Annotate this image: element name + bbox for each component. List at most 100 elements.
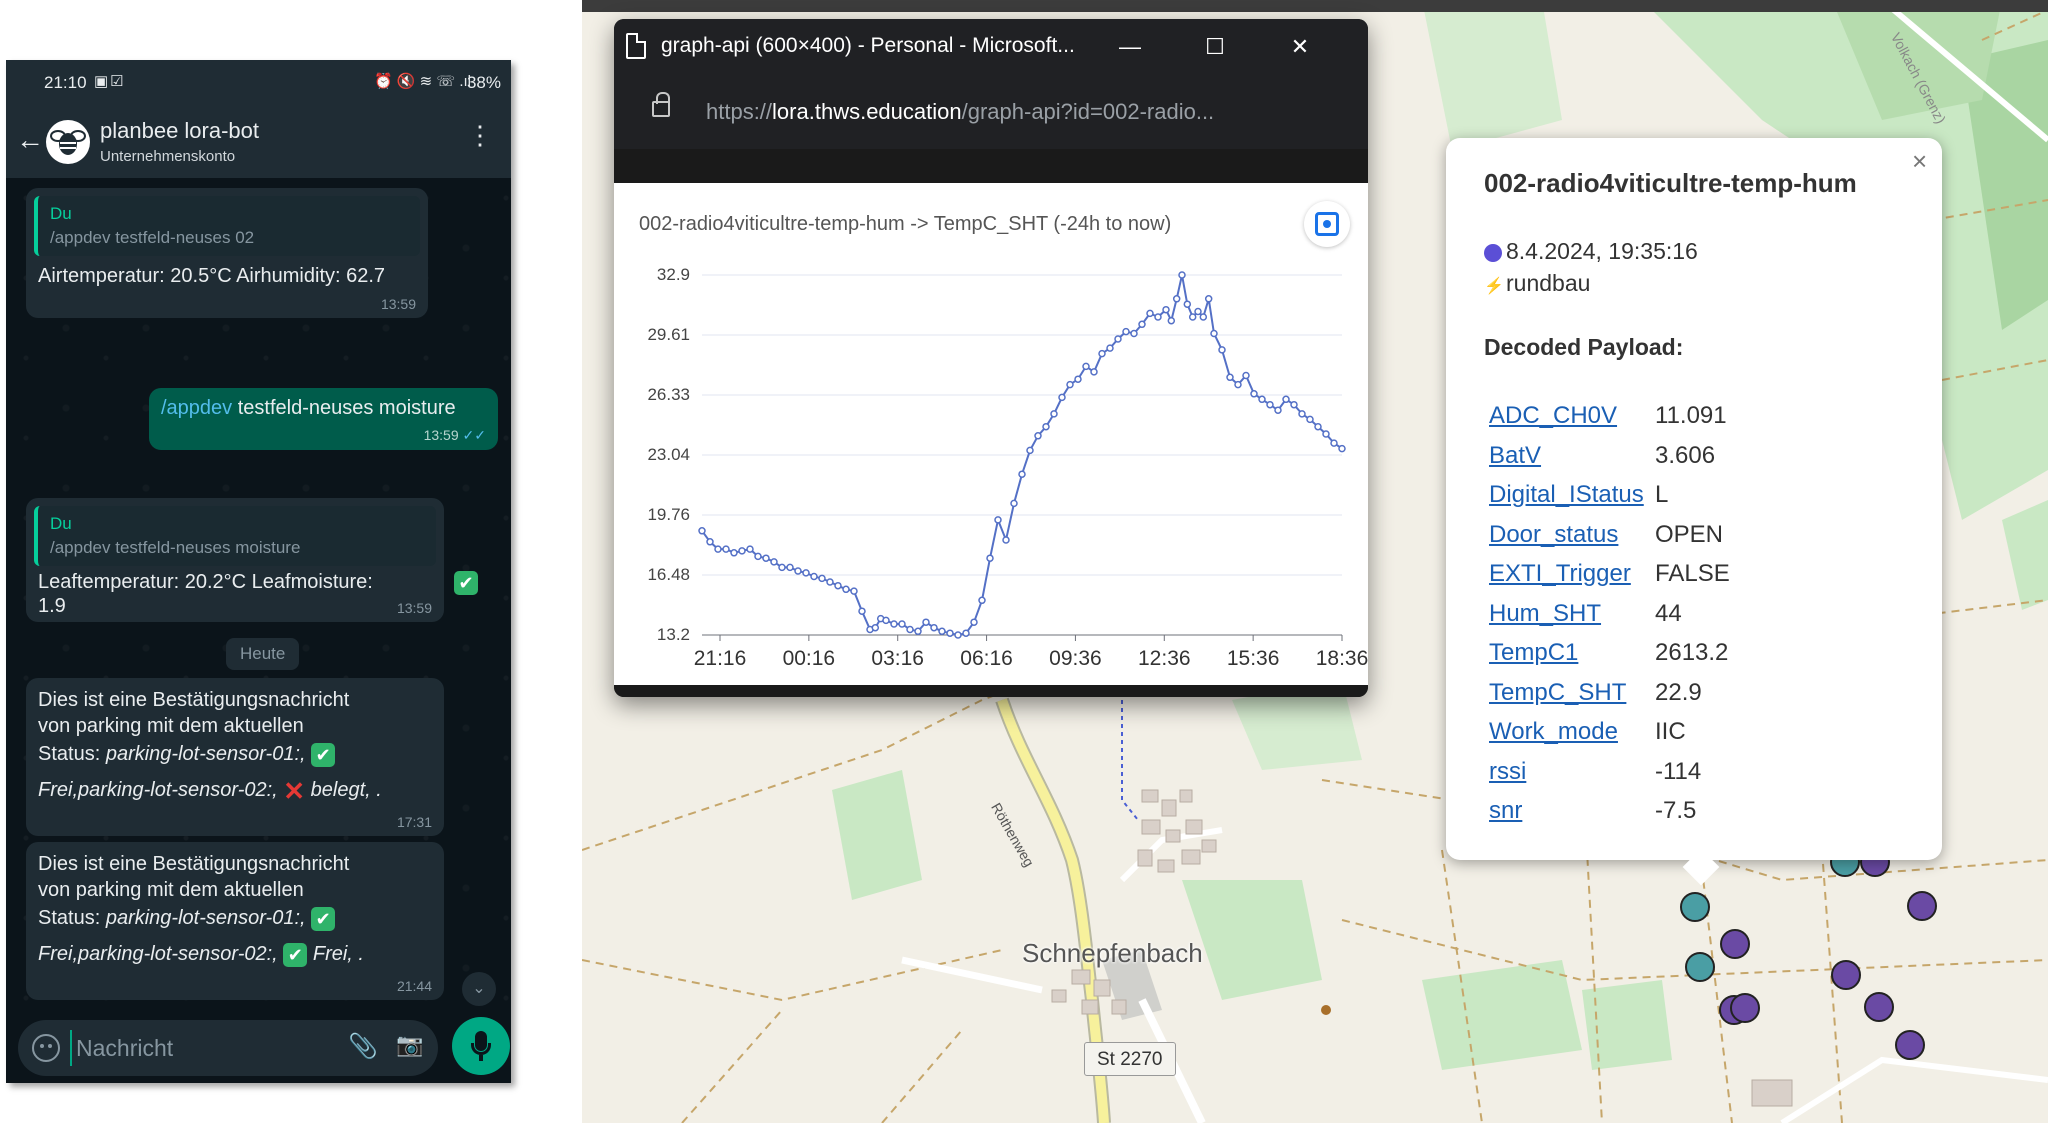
payload-key-link[interactable]: Digital_IStatus — [1489, 481, 1644, 509]
status-bar: 21:10 ▣☑ ⏰ 🔇 ≋ ☏ .ıl 38% — [6, 60, 511, 106]
address-bar[interactable]: https://lora.thws.education/graph-api?id… — [614, 75, 1368, 149]
window-titlebar[interactable]: graph-api (600×400) - Personal - Microso… — [614, 19, 1368, 75]
data-point — [754, 552, 762, 561]
phone-screen: 21:10 ▣☑ ⏰ 🔇 ≋ ☏ .ıl 38% ← planbee lora-… — [6, 60, 511, 1083]
sensor1-text: parking-lot-sensor-01:, — [105, 743, 306, 765]
clock-icon — [1484, 243, 1502, 262]
data-point — [834, 581, 842, 590]
map-place-label: Schnepfenbach — [1022, 938, 1203, 968]
message-incoming[interactable]: Du /appdev testfeld-neuses 02 Airtempera… — [26, 188, 428, 318]
message-line1: Dies ist eine Bestätigungsnachricht — [38, 853, 350, 875]
x-tick-label: 15:36 — [1227, 647, 1280, 670]
command-args: testfeld-neuses moisture — [237, 397, 456, 419]
data-point — [706, 538, 714, 546]
payload-value: FALSE — [1655, 560, 1730, 587]
message-input-bar: 📎 📷 — [18, 1020, 438, 1076]
message-incoming[interactable]: Dies ist eine Bestätigungsnachricht von … — [26, 678, 444, 836]
message-outgoing[interactable]: /appdev testfeld-neuses moisture 13:59 ✓… — [149, 388, 498, 450]
data-point — [1114, 335, 1122, 343]
page-footer-strip — [614, 685, 1368, 697]
status-label: Status: — [38, 907, 101, 929]
data-point — [1042, 422, 1050, 431]
more-options-icon[interactable]: ⋮ — [467, 120, 493, 151]
close-button[interactable]: ✕ — [1280, 29, 1320, 65]
data-point — [1290, 400, 1298, 409]
scroll-down-icon[interactable]: ⌄ — [462, 972, 496, 1006]
data-point — [1034, 432, 1042, 440]
attach-icon[interactable]: 📎 — [348, 1032, 378, 1061]
read-ticks-icon: ✓✓ — [462, 427, 486, 443]
quoted-message[interactable]: Du /appdev testfeld-neuses 02 — [34, 196, 420, 256]
data-point — [722, 545, 730, 553]
signal-icons: ⏰ 🔇 ≋ ☏ .ıl — [373, 73, 471, 90]
chart-title: 002-radio4viticultre-temp-hum -> TempC_S… — [639, 213, 1172, 235]
message-time-value: 13:59 — [423, 427, 459, 443]
url-path: /graph-api?id=002-radio... — [961, 99, 1215, 124]
data-point — [1314, 422, 1322, 431]
payload-key-link[interactable]: TempC1 — [1489, 639, 1578, 667]
datetime-value: 8.4.2024, 19:35:16 — [1506, 238, 1698, 264]
document-icon — [626, 33, 646, 59]
x-tick-label: 03:16 — [871, 647, 924, 670]
data-point — [746, 545, 754, 553]
payload-key-link[interactable]: TempC_SHT — [1489, 679, 1626, 707]
chat-subtitle: Unternehmenskonto — [100, 148, 236, 165]
payload-key-link[interactable]: Door_status — [1489, 521, 1618, 549]
line-chart: 32.9 29.61 26.33 23.04 19.76 16.48 13.221:16 00… — [647, 265, 1368, 670]
payload-key-link[interactable]: snr — [1489, 797, 1522, 825]
message-input[interactable] — [70, 1030, 320, 1066]
payload-key-link[interactable]: ADC_CH0V — [1489, 402, 1617, 430]
x-tick-label: 06:16 — [960, 647, 1013, 670]
quoted-message[interactable]: Du /appdev testfeld-neuses moisture — [34, 506, 436, 566]
data-point — [1058, 393, 1066, 402]
data-point — [1130, 329, 1138, 338]
message-incoming[interactable]: Dies ist eine Bestätigungsnachricht von … — [26, 842, 444, 1000]
maximize-button[interactable]: ☐ — [1195, 29, 1235, 65]
payload-value: 22.9 — [1655, 678, 1702, 706]
message-incoming[interactable]: Du /appdev testfeld-neuses moisture Leaf… — [26, 498, 444, 622]
data-point — [1322, 430, 1330, 438]
chat-name[interactable]: planbee lora-bot — [100, 118, 259, 144]
data-point — [810, 572, 818, 581]
payload-key-link[interactable]: Work_mode — [1489, 718, 1618, 746]
quote-text: /appdev testfeld-neuses 02 — [50, 228, 255, 247]
chat-messages[interactable]: Du /appdev testfeld-neuses 02 Airtempera… — [6, 178, 511, 1020]
data-point — [1282, 395, 1290, 404]
data-point — [1218, 346, 1226, 354]
data-point — [714, 545, 722, 553]
data-point — [970, 618, 978, 626]
minimize-button[interactable]: — — [1110, 29, 1150, 65]
microphone-button[interactable] — [452, 1017, 510, 1075]
screenshot-button[interactable] — [1304, 201, 1350, 247]
data-point — [922, 618, 930, 626]
message-time: 13:59 — [380, 296, 416, 312]
sensor2-state: belegt, . — [310, 779, 382, 801]
payload-key-link[interactable]: EXTI_Trigger — [1489, 560, 1631, 588]
camera-icon[interactable]: 📷 — [396, 1032, 423, 1058]
data-point — [858, 607, 866, 615]
payload-key-link[interactable]: Hum_SHT — [1489, 600, 1601, 628]
emoji-icon[interactable] — [32, 1034, 60, 1062]
payload-key-link[interactable]: BatV — [1489, 442, 1541, 470]
status-time: 21:10 — [44, 73, 87, 92]
data-point — [898, 620, 906, 628]
back-arrow-icon[interactable]: ← — [16, 124, 44, 156]
popup-close-icon[interactable]: × — [1912, 146, 1927, 177]
url-text[interactable]: https://lora.thws.education/graph-api?id… — [706, 99, 1214, 125]
message-time: 13:59 — [396, 600, 432, 616]
message-time: 21:44 — [396, 978, 432, 994]
data-point — [1330, 439, 1338, 447]
avatar[interactable] — [46, 120, 90, 164]
data-point — [1194, 307, 1202, 316]
payload-heading: Decoded Payload: — [1484, 334, 1684, 360]
data-point — [1250, 390, 1258, 398]
payload-value: L — [1655, 481, 1669, 508]
data-point — [1050, 410, 1058, 418]
sensor2-text: Frei,parking-lot-sensor-02:, — [38, 779, 278, 801]
message-text: Airtemperatur: 20.5°C Airhumidity: 62.7 — [38, 265, 386, 287]
data-point — [762, 554, 770, 562]
payload-value: 11.091 — [1655, 402, 1727, 429]
chart-page: 002-radio4viticultre-temp-hum -> TempC_S… — [614, 183, 1368, 685]
payload-key-link[interactable]: rssi — [1489, 758, 1526, 786]
data-point — [770, 558, 778, 566]
